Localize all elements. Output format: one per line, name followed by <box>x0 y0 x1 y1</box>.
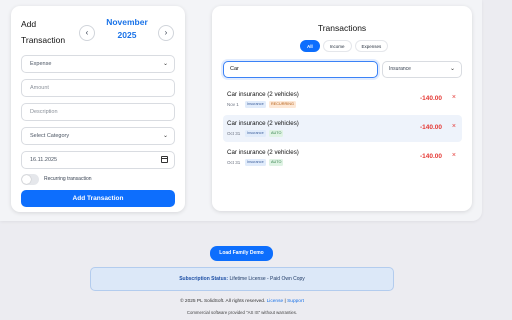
recurring-tag: RECURRING <box>269 101 296 108</box>
transaction-row[interactable]: Car insurance (2 vehicles) Oct 31 Insura… <box>223 115 462 142</box>
delete-icon[interactable]: × <box>452 123 456 130</box>
transaction-name: Car insurance (2 vehicles) <box>227 120 299 127</box>
transaction-name: Car insurance (2 vehicles) <box>227 149 299 156</box>
filter-all[interactable]: All <box>300 40 320 52</box>
type-select[interactable]: Expense ⌄ <box>21 55 175 73</box>
description-input[interactable]: Description <box>21 103 175 121</box>
load-demo-button[interactable]: Load Family Demo <box>210 246 273 261</box>
subscription-status: Subscription Status: Lifetime License - … <box>90 267 394 291</box>
copyright-text: © 2025 PL SolidSoft. All rights reserved… <box>180 299 266 304</box>
category-tag: Insurance <box>245 130 266 137</box>
add-transaction-card: Add Transaction ‹ November 2025 › Expens… <box>11 6 185 212</box>
category-filter-select[interactable]: Insurance ⌄ <box>382 61 462 78</box>
category-tag: Insurance <box>245 101 266 108</box>
transaction-amount: -140.00 <box>419 153 442 160</box>
license-link[interactable]: License <box>267 299 284 304</box>
category-select[interactable]: Select Category ⌄ <box>21 127 175 145</box>
transaction-date: Oct 31 <box>227 160 241 165</box>
delete-icon[interactable]: × <box>452 152 456 159</box>
next-month-button[interactable]: › <box>158 25 174 41</box>
recurring-label: Recurring transaction <box>44 176 92 182</box>
type-select-value: Expense <box>30 61 52 67</box>
search-input[interactable]: Car <box>223 61 378 78</box>
chevron-down-icon: ⌄ <box>162 133 168 139</box>
category-select-value: Select Category <box>30 133 70 139</box>
footer-separator: | <box>284 299 286 304</box>
support-link[interactable]: Support <box>287 299 304 304</box>
transaction-date: Nov 1 <box>227 102 239 107</box>
transaction-amount: -140.00 <box>419 95 442 102</box>
transactions-card: Transactions All Income Expenses Car Ins… <box>212 6 472 211</box>
current-month: November 2025 <box>106 17 148 40</box>
add-transaction-button[interactable]: Add Transaction <box>21 190 175 207</box>
transaction-row[interactable]: Car insurance (2 vehicles) Nov 1 Insuran… <box>223 86 462 113</box>
category-filter-value: Insurance <box>389 66 411 72</box>
add-transaction-title: Add Transaction <box>21 19 66 45</box>
filter-expenses[interactable]: Expenses <box>354 40 389 52</box>
chevron-down-icon: ⌄ <box>162 61 168 67</box>
transaction-name: Car insurance (2 vehicles) <box>227 91 299 98</box>
auto-tag: AUTO <box>269 130 284 137</box>
status-label: Subscription Status: <box>179 276 229 282</box>
status-value: Lifetime License - Paid Own Copy <box>229 276 305 282</box>
date-value: 16.11.2025 <box>30 157 58 163</box>
transaction-date: Oct 31 <box>227 131 241 136</box>
prev-month-button[interactable]: ‹ <box>79 25 95 41</box>
amount-input[interactable]: Amount <box>21 79 175 97</box>
date-input[interactable]: 16.11.2025 <box>21 151 175 169</box>
recurring-toggle[interactable] <box>21 174 39 185</box>
chevron-left-icon: ‹ <box>85 28 89 37</box>
transaction-amount: -140.00 <box>419 124 442 131</box>
auto-tag: AUTO <box>269 159 284 166</box>
chevron-right-icon: › <box>164 28 168 37</box>
filter-tabs: All Income Expenses <box>300 40 389 52</box>
delete-icon[interactable]: × <box>452 94 456 101</box>
warranty-text: Commercial software provided "AS IS" wit… <box>186 310 298 315</box>
transaction-row[interactable]: Car insurance (2 vehicles) Oct 31 Insura… <box>223 144 462 171</box>
chevron-down-icon: ⌄ <box>449 66 455 72</box>
category-tag: Insurance <box>245 159 266 166</box>
transactions-title: Transactions <box>317 23 367 33</box>
copyright-line: © 2025 PL SolidSoft. All rights reserved… <box>0 299 484 304</box>
main-panel: Add Transaction ‹ November 2025 › Expens… <box>0 0 482 221</box>
filter-income[interactable]: Income <box>322 40 352 52</box>
calendar-icon[interactable] <box>161 156 168 163</box>
